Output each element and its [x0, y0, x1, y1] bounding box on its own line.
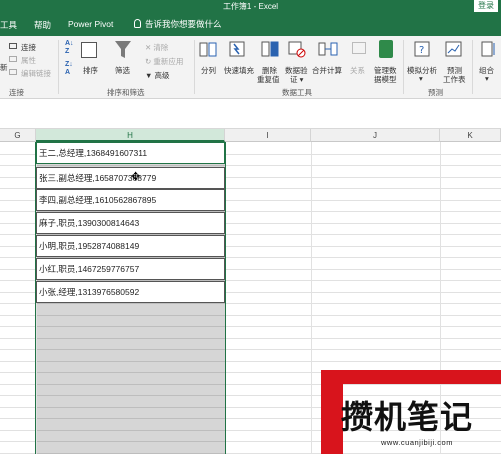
tell-me-box[interactable]: 告诉我你想要做什么 [134, 18, 222, 30]
connections-icon [9, 43, 17, 49]
menu-power-pivot[interactable]: Power Pivot [68, 19, 113, 29]
what-if-icon: ? [414, 41, 430, 57]
column-header-H[interactable]: H [36, 129, 225, 142]
consolidate-button[interactable]: 合并计算 [312, 65, 342, 76]
watermark-red-top [321, 370, 501, 384]
consolidate-icon [318, 42, 338, 56]
menu-help[interactable]: 帮助 [34, 19, 51, 31]
window-title: 工作簿1 - Excel [222, 2, 279, 11]
group-dropdown-icon[interactable]: ▾ [485, 74, 489, 83]
sort-button[interactable]: 排序 [83, 65, 98, 76]
forecast-sheet-icon [445, 41, 462, 57]
clear-filter-button[interactable]: ✕ 清除 [145, 42, 168, 53]
cell-H1[interactable]: 王二,总经理,1368491607311 [36, 142, 225, 164]
properties-button[interactable]: 属性 [21, 55, 36, 66]
edit-links-button[interactable]: 编辑链接 [21, 68, 51, 79]
watermark-text: 攒机笔记 [341, 398, 474, 436]
what-if-dropdown-icon[interactable]: ▾ [419, 74, 423, 83]
cell-H3[interactable]: 李四,副总经理,1610562867895 [36, 189, 225, 211]
advanced-label: 高级 [154, 71, 170, 80]
watermark-url: www.cuanjibiji.com [381, 438, 453, 447]
group-separator [194, 40, 195, 94]
sort-dialog-icon [81, 42, 97, 58]
filter-button[interactable]: 筛选 [115, 65, 130, 76]
new-query-partial[interactable]: 新 [0, 62, 8, 73]
cell-H7[interactable]: 小张,经理,1313976580592 [36, 281, 225, 303]
forecast-line2[interactable]: 工作表 [443, 74, 466, 85]
forecast-group-label: 预测 [428, 88, 443, 97]
grid-column-line [311, 142, 312, 454]
properties-icon [9, 56, 17, 62]
data-validation-line2[interactable]: 证 ▾ [290, 74, 303, 85]
title-bar: 工作簿1 - Excel 登录 [0, 0, 501, 13]
connections-button[interactable]: 连接 [21, 42, 36, 53]
sort-filter-group-label: 排序和筛选 [107, 88, 145, 97]
group-icon [481, 41, 495, 57]
flash-fill-button[interactable]: 快速填充 [224, 65, 254, 76]
sort-az-icon[interactable]: A↓ Z [65, 40, 74, 56]
svg-text:?: ? [419, 45, 424, 56]
menu-tools[interactable]: 工具 [0, 19, 17, 31]
data-validation-icon [288, 41, 306, 58]
cell-H4[interactable]: 麻子,职员,1390300814643 [36, 212, 225, 234]
connections-group-label: 连接 [9, 88, 24, 97]
relationships-icon [352, 42, 366, 54]
flash-fill-icon [229, 41, 245, 57]
data-tools-group-label: 数据工具 [282, 88, 312, 97]
relationships-button[interactable]: 关系 [350, 65, 365, 76]
text-to-columns-icon [199, 42, 217, 57]
column-header-J[interactable]: J [311, 129, 440, 142]
group-separator [472, 40, 473, 94]
advanced-icon: ▼ [145, 71, 155, 80]
advanced-filter-button[interactable]: ▼ 高级 [145, 70, 170, 81]
reapply-button[interactable]: ↻ 重新应用 [145, 56, 183, 67]
remove-dup-line2[interactable]: 重复值 [257, 74, 280, 85]
clear-label: 清除 [153, 43, 169, 52]
login-button[interactable]: 登录 [474, 0, 498, 12]
column-header-K[interactable]: K [440, 129, 501, 142]
cell-H5[interactable]: 小明,职员,1952874088149 [36, 235, 225, 257]
menu-bar: 工具 帮助 Power Pivot 告诉我你想要做什么 [0, 13, 501, 36]
manage-data-model-line2[interactable]: 据模型 [374, 74, 397, 85]
manage-data-model-icon [379, 40, 393, 58]
cell-H6[interactable]: 小红,职员,1467259776757 [36, 258, 225, 280]
filter-icon [115, 41, 131, 58]
sort-za-icon[interactable]: Z↓ A [65, 61, 73, 77]
watermark-logo: 攒机笔记 www.cuanjibiji.com [321, 370, 501, 454]
ribbon: 新 连接 属性 编辑链接 连接 A↓ Z Z↓ A 排序 筛选 ✕ 清除 ↻ 重新应… [0, 36, 501, 99]
group-separator [403, 40, 404, 94]
group-separator [58, 40, 59, 94]
remove-duplicates-icon [261, 41, 279, 57]
edit-links-icon [9, 69, 17, 75]
text-to-columns-button[interactable]: 分列 [201, 65, 216, 76]
lightbulb-icon [134, 19, 141, 28]
column-header-I[interactable]: I [225, 129, 311, 142]
reapply-label: 重新应用 [153, 57, 184, 66]
tell-me-text: 告诉我你想要做什么 [145, 19, 222, 29]
column-header-G[interactable]: G [0, 129, 36, 142]
move-cursor-icon: ✥ [131, 171, 141, 183]
formula-area [0, 99, 501, 129]
